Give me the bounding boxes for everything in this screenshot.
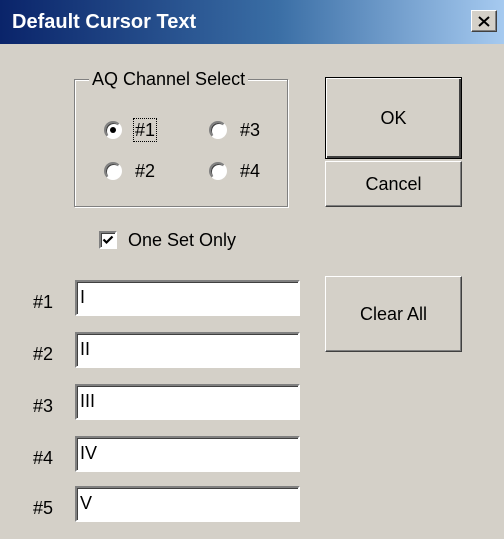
radio-button-icon — [209, 162, 227, 180]
one-set-only-checkbox[interactable]: One Set Only — [99, 228, 236, 252]
radio-channel-3-label: #3 — [240, 120, 261, 140]
field-2-label: #2 — [33, 344, 54, 364]
cancel-button[interactable]: Cancel — [325, 161, 462, 207]
close-icon — [478, 15, 490, 27]
one-set-only-label: One Set Only — [128, 229, 237, 250]
radio-channel-1-label: #1 — [132, 118, 158, 142]
dialog-window: Default Cursor Text AQ Channel Select #1… — [0, 0, 504, 539]
radio-channel-4-label: #4 — [240, 161, 261, 181]
radio-button-icon — [209, 121, 227, 139]
radio-button-icon — [104, 162, 122, 180]
clear-all-button[interactable]: Clear All — [325, 276, 462, 352]
radio-channel-3[interactable]: #3 — [209, 117, 261, 143]
field-4-input[interactable]: IV — [75, 436, 300, 472]
title-bar[interactable]: Default Cursor Text — [0, 0, 504, 44]
checkbox-checked-icon — [99, 231, 117, 249]
field-3-input[interactable]: III — [75, 384, 300, 420]
window-title: Default Cursor Text — [12, 11, 197, 33]
channel-select-group: AQ Channel Select #1 #3 #2 #4 — [74, 67, 288, 207]
field-4-label: #4 — [33, 448, 54, 468]
close-button[interactable] — [471, 10, 497, 32]
radio-channel-2-label: #2 — [135, 161, 156, 181]
field-2-input[interactable]: II — [75, 332, 300, 368]
radio-button-icon — [104, 121, 122, 139]
field-1-input[interactable]: I — [75, 280, 300, 316]
ok-button[interactable]: OK — [325, 77, 462, 159]
channel-select-legend: AQ Channel Select — [89, 67, 249, 91]
field-5-label: #5 — [33, 498, 54, 518]
field-3-label: #3 — [33, 396, 54, 416]
field-1-label: #1 — [33, 292, 54, 312]
radio-channel-2[interactable]: #2 — [104, 158, 156, 184]
radio-channel-4[interactable]: #4 — [209, 158, 261, 184]
radio-channel-1[interactable]: #1 — [104, 117, 158, 143]
field-5-input[interactable]: V — [75, 486, 300, 522]
